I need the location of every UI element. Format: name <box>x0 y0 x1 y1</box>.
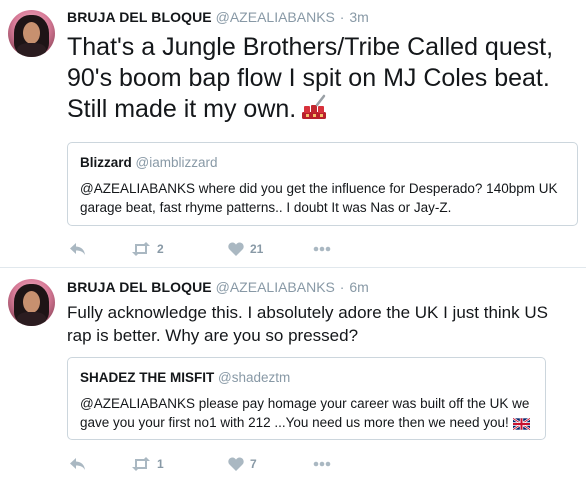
retweet-button[interactable]: 1 <box>131 453 164 475</box>
reply-button[interactable] <box>69 238 86 260</box>
quoted-tweet[interactable]: SHADEZ THE MISFIT @shadeztm @AZEALIABANK… <box>67 357 546 440</box>
reply-icon <box>69 242 86 256</box>
quoted-author-handle: @shadeztm <box>218 370 291 385</box>
retweet-count: 1 <box>157 457 164 471</box>
timestamp[interactable]: 6m <box>349 279 368 295</box>
tweet[interactable]: BRUJA DEL BLOQUE @AZEALIABANKS · 6m Full… <box>0 267 586 487</box>
quoted-tweet-text-content: @AZEALIABANKS please pay homage your car… <box>80 396 530 430</box>
nail-polish-emoji-icon <box>300 94 328 128</box>
author-name[interactable]: BRUJA DEL BLOQUE <box>67 9 212 25</box>
uk-flag-emoji-icon <box>512 416 531 436</box>
retweet-icon <box>131 242 151 256</box>
author-handle[interactable]: @AZEALIABANKS <box>216 279 335 295</box>
tweet-text: Fully acknowledge this. I absolutely ado… <box>67 303 548 345</box>
tweet-header: BRUJA DEL BLOQUE @AZEALIABANKS · 6m <box>67 279 369 295</box>
tweet-actions: 1 7 <box>67 453 367 475</box>
tweet-actions: 2 21 <box>67 238 367 260</box>
quoted-tweet-header: Blizzard @iamblizzard <box>80 155 218 170</box>
heart-icon <box>228 457 244 471</box>
quoted-tweet[interactable]: Blizzard @iamblizzard @AZEALIABANKS wher… <box>67 142 578 226</box>
more-dots-icon <box>313 246 331 252</box>
more-dots-icon <box>313 461 331 467</box>
tweet-text: That's a Jungle Brothers/Tribe Called qu… <box>67 32 577 128</box>
retweet-count: 2 <box>157 242 164 256</box>
avatar[interactable] <box>8 279 55 326</box>
quoted-author-name: SHADEZ THE MISFIT <box>80 370 215 385</box>
timestamp[interactable]: 3m <box>349 9 368 25</box>
reply-icon <box>69 457 86 471</box>
heart-icon <box>228 242 244 256</box>
quoted-tweet-header: SHADEZ THE MISFIT @shadeztm <box>80 370 290 385</box>
avatar[interactable] <box>8 10 55 57</box>
like-button[interactable]: 21 <box>228 238 263 260</box>
retweet-icon <box>131 457 151 471</box>
retweet-button[interactable]: 2 <box>131 238 164 260</box>
like-count: 21 <box>250 242 264 256</box>
more-button[interactable] <box>313 453 331 475</box>
tweet[interactable]: BRUJA DEL BLOQUE @AZEALIABANKS · 3m That… <box>0 0 586 267</box>
quoted-tweet-text: @AZEALIABANKS where did you get the infl… <box>80 181 558 215</box>
quoted-author-handle: @iamblizzard <box>135 155 218 170</box>
quoted-tweet-text: @AZEALIABANKS please pay homage your car… <box>80 395 540 435</box>
reply-button[interactable] <box>69 453 86 475</box>
separator-dot: · <box>339 9 345 25</box>
quoted-author-name: Blizzard <box>80 155 132 170</box>
like-count: 7 <box>250 457 257 471</box>
like-button[interactable]: 7 <box>228 453 257 475</box>
tweet-header: BRUJA DEL BLOQUE @AZEALIABANKS · 3m <box>67 9 369 25</box>
separator-dot: · <box>339 279 345 295</box>
more-button[interactable] <box>313 238 331 260</box>
author-handle[interactable]: @AZEALIABANKS <box>216 9 335 25</box>
author-name[interactable]: BRUJA DEL BLOQUE <box>67 279 212 295</box>
